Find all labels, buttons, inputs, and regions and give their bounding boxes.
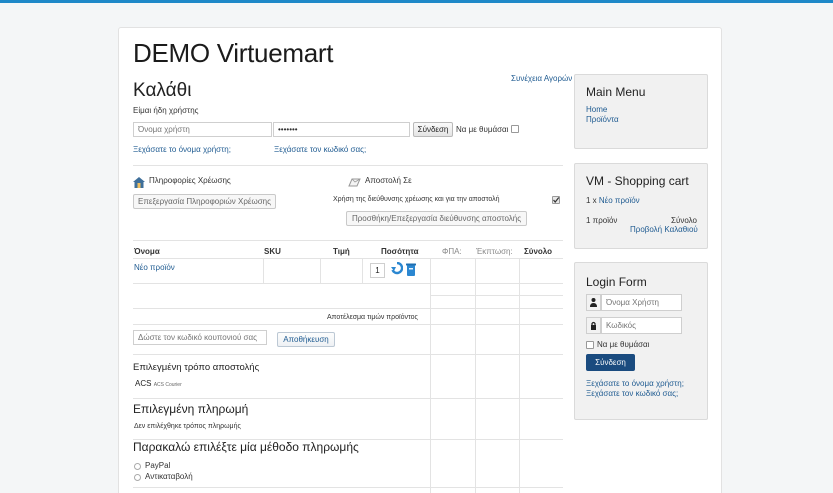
already-user-label: Είμαι ήδη χρήστης bbox=[133, 106, 199, 115]
payment-radio-cod[interactable] bbox=[134, 474, 141, 481]
coupon-save-button[interactable]: Αποθήκευση bbox=[277, 332, 335, 347]
shipment-description: ACS Courier bbox=[153, 382, 182, 388]
forgot-username-link[interactable]: Ξεχάσατε το όνομα χρήστη; bbox=[133, 145, 231, 154]
continue-shopping-link[interactable]: Συνέχεια Αγορών bbox=[511, 74, 572, 83]
main-menu-box: Main Menu Home Προϊόντα bbox=[574, 74, 708, 149]
col-header-sku: SKU bbox=[264, 247, 281, 256]
cart-product-count: 1 x bbox=[586, 196, 599, 205]
divider bbox=[133, 165, 563, 166]
lock-icon bbox=[586, 317, 601, 334]
remember-me-label: Να με θυμάσαι bbox=[456, 125, 509, 134]
billing-title: Πληροφορίες Χρέωσης bbox=[149, 176, 231, 185]
edit-billing-button[interactable]: Επεξεργασία Πληροφοριών Χρέωσης bbox=[133, 194, 276, 209]
username-input[interactable] bbox=[133, 122, 272, 137]
table-header-border bbox=[133, 258, 563, 259]
col-divider bbox=[430, 324, 431, 493]
coupon-input[interactable] bbox=[133, 330, 267, 345]
login-submit-button[interactable]: Σύνδεση bbox=[586, 354, 635, 371]
shopping-cart-box: VM - Shopping cart 1 x Νέο προϊόν 1 προϊ… bbox=[574, 163, 708, 249]
col-divider bbox=[362, 258, 363, 284]
row-border bbox=[133, 354, 563, 355]
table-top-border bbox=[133, 240, 563, 241]
forgot-password-link[interactable]: Ξεχάσατε τον κωδικό σας; bbox=[274, 145, 366, 154]
choose-payment-title: Παρακαλώ επιλέξτε μία μέθοδο πληρωμής bbox=[133, 440, 359, 454]
col-header-total: Σύνολο bbox=[524, 247, 553, 256]
login-form-title: Login Form bbox=[586, 275, 647, 289]
col-divider bbox=[475, 258, 476, 493]
payment-option-paypal[interactable]: PayPal bbox=[145, 461, 170, 470]
col-header-discount: Έκπτωση: bbox=[476, 247, 513, 256]
login-remember-label: Να με θυμάσαι bbox=[597, 340, 650, 349]
cart-total-label: Σύνολο bbox=[671, 216, 697, 225]
row-border bbox=[133, 283, 563, 284]
page-container: DEMO Virtuemart Καλάθι Συνέχεια Αγορών Ε… bbox=[118, 27, 722, 493]
col-divider bbox=[320, 258, 321, 284]
row-border bbox=[133, 308, 563, 309]
col-header-price: Τιμή bbox=[333, 247, 350, 256]
selected-payment-title: Επιλεγμένη πληρωμή bbox=[133, 402, 249, 416]
cart-items-count: 1 προϊόν bbox=[586, 216, 618, 225]
remember-me-checkbox[interactable] bbox=[511, 125, 519, 133]
shipment-method: ACS ACS Courier bbox=[135, 379, 182, 388]
update-quantity-icon[interactable] bbox=[391, 261, 404, 281]
col-header-quantity: Ποσότητα bbox=[381, 247, 419, 256]
row-border bbox=[133, 398, 563, 399]
row-border bbox=[133, 487, 563, 488]
user-icon bbox=[586, 294, 601, 311]
payment-option-cod[interactable]: Αντικαταβολή bbox=[145, 472, 193, 481]
menu-item-home[interactable]: Home bbox=[586, 105, 607, 114]
product-price-result-label: Αποτέλεσμα τιμών προϊόντος bbox=[327, 314, 418, 321]
product-name-link[interactable]: Νέο προϊόν bbox=[134, 263, 175, 272]
login-form-box: Login Form Να με θυμάσαι Σύνδεση Ξεχάσατ… bbox=[574, 262, 708, 420]
selected-shipment-title: Επιλεγμένη τρόπο αποστολής bbox=[133, 362, 260, 373]
shipping-icon bbox=[348, 175, 361, 193]
menu-item-products[interactable]: Προϊόντα bbox=[586, 115, 619, 124]
col-divider bbox=[263, 258, 264, 284]
use-billing-address-label: Χρήση της διεύθυνσης χρέωσης και για την… bbox=[333, 196, 500, 203]
cart-login-button[interactable]: Σύνδεση bbox=[413, 122, 453, 137]
login-remember-checkbox[interactable] bbox=[586, 341, 594, 349]
billing-icon bbox=[133, 175, 145, 193]
shipping-title: Αποστολή Σε bbox=[365, 176, 412, 185]
cart-product-link[interactable]: Νέο προϊόν bbox=[599, 196, 640, 205]
login-forgot-password-link[interactable]: Ξεχάσατε τον κωδικό σας; bbox=[586, 389, 678, 398]
login-password-input[interactable] bbox=[601, 317, 682, 334]
edit-shipping-address-button[interactable]: Προσθήκη/Επεξεργασία διεύθυνσης αποστολή… bbox=[346, 211, 527, 226]
row-border bbox=[430, 295, 563, 296]
top-accent-bar bbox=[0, 0, 833, 3]
cart-heading: Καλάθι bbox=[133, 80, 192, 101]
col-divider bbox=[430, 258, 431, 324]
login-forgot-username-link[interactable]: Ξεχάσατε το όνομα χρήστη; bbox=[586, 379, 684, 388]
main-menu-title: Main Menu bbox=[586, 85, 646, 99]
remove-item-icon[interactable] bbox=[406, 263, 416, 281]
view-cart-link[interactable]: Προβολή Καλαθιού bbox=[630, 225, 698, 234]
row-border bbox=[133, 324, 563, 325]
payment-radio-paypal[interactable] bbox=[134, 463, 141, 470]
site-title: DEMO Virtuemart bbox=[133, 38, 334, 68]
quantity-input[interactable]: 1 bbox=[370, 263, 385, 278]
col-header-tax: ΦΠΑ: bbox=[442, 247, 462, 256]
use-billing-address-checkbox[interactable] bbox=[552, 196, 560, 204]
login-username-input[interactable] bbox=[601, 294, 682, 311]
shipment-name: ACS bbox=[135, 379, 152, 388]
col-header-name: Όνομα bbox=[134, 247, 160, 256]
password-input[interactable] bbox=[273, 122, 410, 137]
cart-product-line: 1 x Νέο προϊόν bbox=[586, 196, 640, 205]
shopping-cart-title: VM - Shopping cart bbox=[586, 174, 689, 188]
col-divider bbox=[519, 258, 520, 493]
no-payment-selected: Δεν επιλέχθηκε τρόπος πληρωμής bbox=[134, 423, 241, 430]
